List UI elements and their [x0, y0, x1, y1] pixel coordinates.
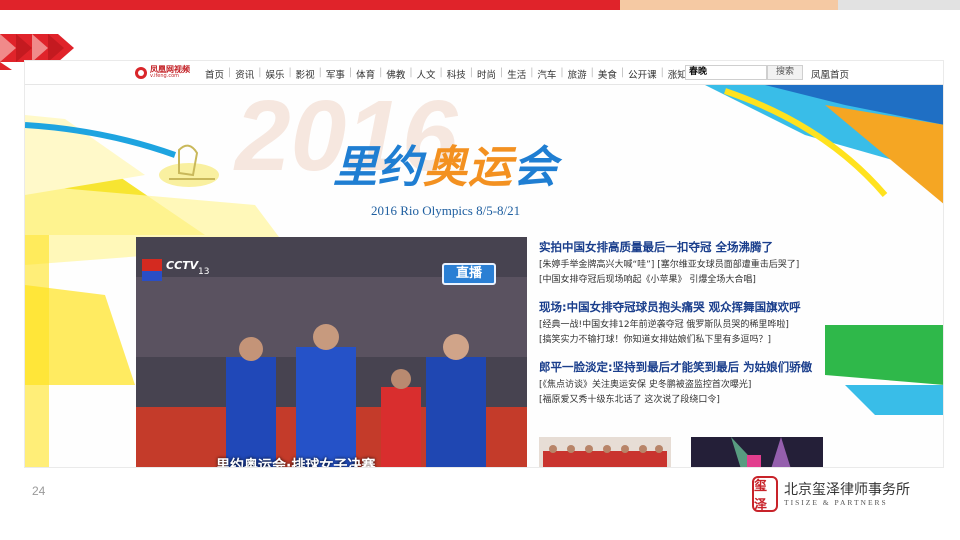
nav-item-entertainment[interactable]: 娱乐 [265, 67, 284, 81]
top-bar-grey [838, 0, 960, 10]
cctv-channel-logo: CCTV [166, 259, 199, 272]
nav-menu: 首页 | 资讯 | 娱乐 | 影视 | 军事 | 体育 | 佛教 | 人文 | 科技 | 时尚 | … [205, 67, 697, 81]
team-photo-thumbnail [539, 437, 671, 467]
news-sublink[interactable]: [搞笑实力不输打球！你知道女排姑娘们私下里有多逗吗？] [539, 333, 869, 348]
news-sublink[interactable]: [《焦点访谈》关注奥运安保 史冬鹏被盗监控首次曝光] [539, 378, 869, 393]
top-bar-red [0, 0, 620, 10]
live-badge: 直播 [442, 263, 496, 285]
live-video-player[interactable]: CCTV 13 直播 里约奥运会·排球女子决赛 [136, 237, 527, 468]
nav-item-tech[interactable]: 科技 [447, 67, 466, 81]
nav-item-food[interactable]: 美食 [598, 67, 617, 81]
nav-item-life[interactable]: 生活 [507, 67, 526, 81]
firm-name-en: TISIZE & PARTNERS [784, 498, 888, 507]
firm-name-cn: 北京玺泽律师事务所 [784, 482, 910, 498]
nav-item-fashion[interactable]: 时尚 [477, 67, 496, 81]
news-sublink[interactable]: [中国女排夺冠后现场响起《小苹果》 引爆全场大合唱] [539, 273, 869, 288]
slide-page-number: 24 [32, 484, 46, 498]
news-sublink[interactable]: [经典一战!中国女排12年前逆袭夺冠 俄罗斯队员哭的稀里哗啦] [539, 318, 869, 333]
law-firm-logo: 玺泽 北京玺泽律师事务所 TISIZE & PARTNERS [752, 474, 932, 514]
olympics-banner: 2016 里约奥运会 2016 Rio Olympics 8/5-8/21 CC… [25, 85, 943, 468]
olympics-subtitle: 2016 Rio Olympics 8/5-8/21 [371, 203, 521, 218]
channel-number: 13 [198, 267, 210, 277]
nav-item-auto[interactable]: 汽车 [537, 67, 556, 81]
news-list: 实拍中国女排高质量最后一扣夺冠 全场沸腾了 [朱婷手举金牌高兴大喊“哇”] [塞… [539, 237, 869, 408]
site-nav-bar: 凤凰网视频 v.ifeng.com 首页 | 资讯 | 娱乐 | 影视 | 军事 | 体育… [25, 61, 943, 85]
firm-seal-icon: 玺泽 [752, 476, 778, 513]
news-headline[interactable]: 郎平一脸淡定:坚持到最后才能笑到最后 为姑娘们骄傲 [539, 357, 869, 377]
embedded-webpage-screenshot: 凤凰网视频 v.ifeng.com 首页 | 资讯 | 娱乐 | 影视 | 军事 | 体育… [24, 60, 944, 468]
search-input[interactable]: 春晚 [685, 65, 767, 80]
nav-item-open-course[interactable]: 公开课 [628, 67, 657, 81]
stage-photo-thumbnail [691, 437, 823, 467]
news-sublink[interactable]: [福原爱又秀十级东北话了 这次说了段绕口令] [539, 393, 869, 408]
top-bar-peach [620, 0, 838, 10]
search-button[interactable]: 搜索 [767, 65, 803, 80]
nav-item-home[interactable]: 首页 [205, 67, 224, 81]
news-sublink[interactable]: [朱婷手举金牌高兴大喊“哇”] [塞尔维亚女球员面部遭重击后哭了] [539, 258, 869, 273]
video-caption: 里约奥运会·排球女子决赛 [216, 458, 376, 468]
phoenix-logo-icon [135, 66, 147, 79]
nav-item-film[interactable]: 影视 [296, 67, 315, 81]
phoenix-home-link[interactable]: 凤凰首页 [811, 67, 849, 81]
sailing-athlete-icon [159, 144, 219, 187]
olympics-title: 里约奥运会 [333, 142, 558, 193]
nav-item-military[interactable]: 军事 [326, 67, 345, 81]
nav-item-buddhism[interactable]: 佛教 [386, 67, 405, 81]
nav-item-travel[interactable]: 旅游 [568, 67, 587, 81]
site-logo[interactable]: 凤凰网视频 v.ifeng.com [135, 66, 190, 79]
news-headline[interactable]: 现场:中国女排夺冠球员抱头痛哭 观众挥舞国旗欢呼 [539, 297, 869, 317]
logo-text-en: v.ifeng.com [150, 73, 179, 79]
nav-item-culture[interactable]: 人文 [417, 67, 436, 81]
nav-item-news[interactable]: 资讯 [235, 67, 254, 81]
video-thumbnail[interactable] [539, 437, 671, 467]
nav-item-sports[interactable]: 体育 [356, 67, 375, 81]
video-thumbnail[interactable] [691, 437, 823, 467]
news-headline[interactable]: 实拍中国女排高质量最后一扣夺冠 全场沸腾了 [539, 237, 869, 257]
